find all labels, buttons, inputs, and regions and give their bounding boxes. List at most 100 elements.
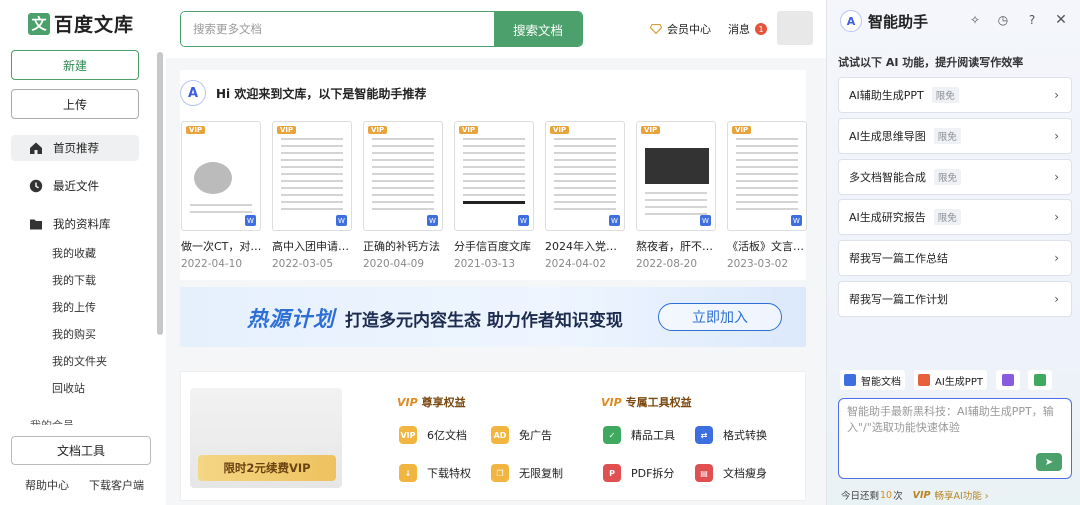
vip-badge: VIP [397,395,418,409]
doc-image [194,162,232,194]
avatar[interactable] [777,11,813,45]
perk-label: 精品工具 [631,429,675,442]
feature-label: AI生成思维导图 [849,130,926,143]
perk-format-convert[interactable]: ⇄ 格式转换 [695,426,767,444]
ai-feature-multi-doc[interactable]: 多文档智能合成 限免 › [838,159,1072,195]
vip-badge: VIP [601,395,622,409]
doc-tools-button[interactable]: 文档工具 [11,436,151,465]
help-center-link[interactable]: 帮助中心 [25,477,69,493]
free-tag: 限免 [931,87,959,103]
upload-button[interactable]: 上传 [11,89,139,119]
word-file-icon: W [609,215,620,226]
mindmap-chip[interactable] [996,370,1020,390]
perk-label: 无限复制 [519,467,563,480]
subnav-folders[interactable]: 我的文件夹 [52,353,107,369]
chip-label: AI生成PPT [935,376,983,388]
doc-thumbnail: VIP W [454,121,534,231]
vip-center-label: 会员中心 [667,23,711,36]
sidebar-scrollbar[interactable] [157,52,163,335]
vip-center-link[interactable]: 会员中心 [650,21,711,37]
nav-my-library[interactable]: 我的资料库 [11,211,139,237]
subnav-uploads[interactable]: 我的上传 [52,299,96,315]
nav-recent-files[interactable]: 最近文件 [11,173,139,199]
doc-card[interactable]: VIP W 2024年入党… 2024-04-02 [545,121,625,270]
doc-date: 2021-03-13 [454,258,516,270]
vip-badge: VIP [912,489,931,501]
nav-home-recommend[interactable]: 首页推荐 [11,135,139,161]
history-icon[interactable]: ◷ [996,13,1010,27]
doc-card[interactable]: VIP W 《活板》文言… 2023-03-02 [727,121,807,270]
promo-banner[interactable]: 热源计划 打造多元内容生态 助力作者知识变现 立即加入 [180,287,806,347]
perk-label: 下载特权 [427,467,471,480]
doc-thumbnail: VIP W [363,121,443,231]
perk-docs[interactable]: VIP 6亿文档 [399,426,467,444]
doc-card[interactable]: VIP W 熬夜者，肝不… 2022-08-20 [636,121,716,270]
ai-feature-ppt[interactable]: AI辅助生成PPT 限免 › [838,77,1072,113]
ai-feature-research-report[interactable]: AI生成研究报告 限免 › [838,199,1072,235]
search-input[interactable] [181,12,494,46]
message-count-badge: 1 [755,23,767,35]
footer-prefix: 今日还剩 [841,491,880,502]
feature-label: 多文档智能合成 [849,171,926,184]
doc-thumbnail: VIP W [272,121,352,231]
doc-card[interactable]: VIP W 高中入团申请… 2022-03-05 [272,121,352,270]
renew-vip-button[interactable]: 限时2元续费VIP [198,455,336,481]
assistant-hint: 试试以下 AI 功能，提升阅读写作效率 [838,56,1024,69]
doc-date: 2023-03-02 [727,258,789,270]
free-tag: 限免 [933,128,961,144]
search-bar: 搜索文档 [180,11,583,47]
send-button[interactable]: ➤ [1036,453,1062,471]
subnav-downloads[interactable]: 我的下载 [52,272,96,288]
smart-doc-chip[interactable]: 智能文档 [840,370,905,390]
nav-my-membership-partial[interactable]: 我的会员 [30,417,74,425]
remaining-count: 10 [880,489,893,501]
compress-icon: ▤ [695,464,713,482]
pdf-icon: P [603,464,621,482]
perk-premium-tools[interactable]: ✓ 精品工具 [603,426,675,444]
search-button[interactable]: 搜索文档 [494,12,582,46]
doc-card[interactable]: VIP W 正确的补钙方法 2020-04-09 [363,121,443,270]
vip-tag: VIP [277,126,297,134]
subnav-recycle-bin[interactable]: 回收站 [52,380,85,396]
subnav-favorites[interactable]: 我的收藏 [52,245,96,261]
pin-icon[interactable]: ✧ [968,13,982,27]
new-button[interactable]: 新建 [11,50,139,80]
ai-feature-mindmap[interactable]: AI生成思维导图 限免 › [838,118,1072,154]
ai-feature-work-plan[interactable]: 帮我写一篇工作计划 › [838,281,1072,317]
vip-tag: VIP [641,126,661,134]
logo[interactable]: 文 百度文库 [28,10,134,37]
perk-copy[interactable]: ❐ 无限复制 [491,464,563,482]
mindmap-icon [1002,374,1014,386]
doc-title: 熬夜者，肝不… [636,240,713,253]
enjoy-ai-link[interactable]: 畅享AI功能 › [934,488,988,502]
ai-feature-work-summary[interactable]: 帮我写一篇工作总结 › [838,240,1072,276]
merge-chip[interactable] [1028,370,1052,390]
messages-link[interactable]: 消息 1 [728,21,767,37]
banner-title: 热源计划 [247,307,335,331]
messages-label: 消息 [728,23,750,36]
ai-ppt-chip[interactable]: AI生成PPT [914,370,987,390]
subnav-purchases[interactable]: 我的购买 [52,326,96,342]
close-icon[interactable]: ✕ [1054,12,1068,28]
doc-date: 2020-04-09 [363,258,425,270]
vip-tag: VIP [550,126,570,134]
perk-doc-slim[interactable]: ▤ 文档瘦身 [695,464,767,482]
help-icon[interactable]: ? [1025,13,1039,27]
perk-label: 6亿文档 [427,429,467,442]
free-tag: 限免 [933,209,961,225]
vip-tag: VIP [368,126,388,134]
perk-pdf-split[interactable]: P PDF拆分 [603,464,674,482]
perk-download[interactable]: ↓ 下载特权 [399,464,471,482]
free-tag: 限免 [934,169,962,185]
doc-card[interactable]: VIP W 分手信百度文库 2021-03-13 [454,121,534,270]
doc-date: 2024-04-02 [545,258,607,270]
perk-no-ads[interactable]: AD 免广告 [491,426,552,444]
vip-tools-title: VIP 专属工具权益 [601,394,692,410]
footer-suffix: 次 [893,491,903,502]
doc-card[interactable]: VIP W 做一次CT，对… 2022-04-10 [181,121,261,270]
download-client-link[interactable]: 下载客户端 [89,477,144,493]
smart-doc-icon [844,374,856,386]
perk-label: 文档瘦身 [723,467,767,480]
chevron-right-icon: › [1054,129,1059,143]
join-now-button[interactable]: 立即加入 [658,303,782,331]
